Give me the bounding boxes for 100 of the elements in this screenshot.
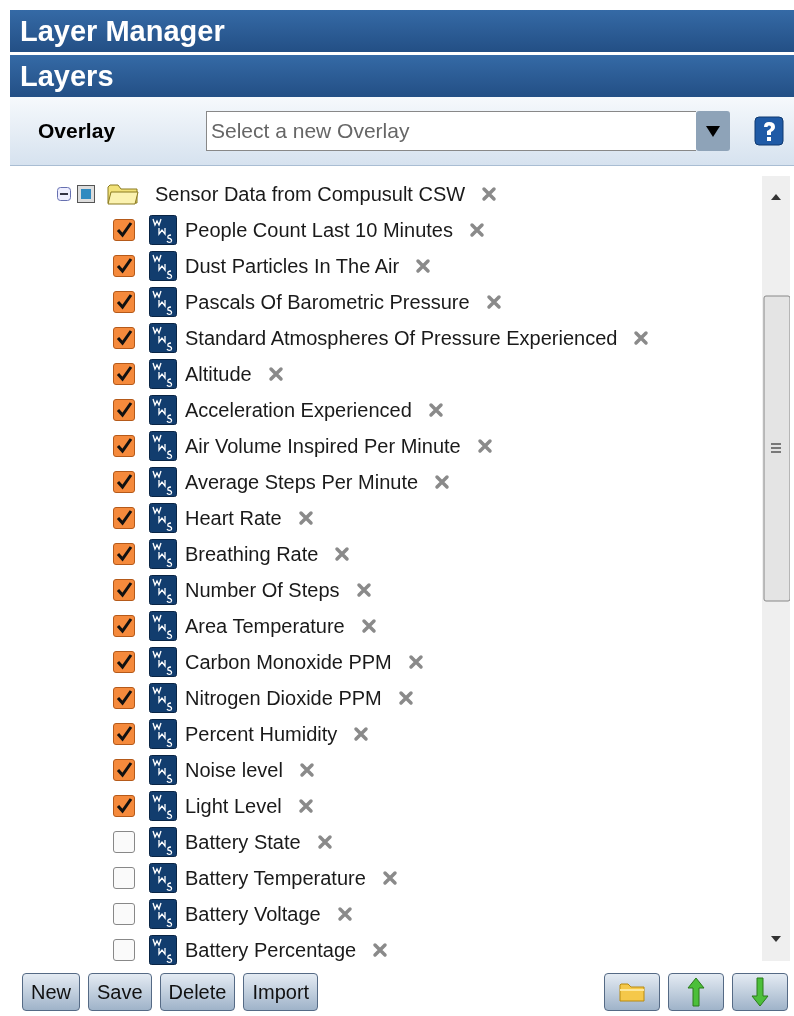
- map-layer-icon: [149, 395, 177, 425]
- remove-icon[interactable]: [468, 222, 485, 238]
- layer-checkbox[interactable]: [113, 543, 135, 565]
- layer-checkbox[interactable]: [113, 507, 135, 529]
- remove-icon[interactable]: [297, 798, 314, 814]
- layer-checkbox[interactable]: [113, 723, 135, 745]
- map-layer-icon: [149, 503, 177, 533]
- map-layer-icon: [149, 683, 177, 713]
- remove-icon[interactable]: [297, 510, 314, 526]
- remove-icon[interactable]: [316, 834, 333, 850]
- map-layer-icon: [149, 575, 177, 605]
- layer-checkbox[interactable]: [113, 615, 135, 637]
- layer-label[interactable]: Area Temperature: [185, 614, 345, 638]
- toolbar-button[interactable]: Delete: [159, 973, 236, 1011]
- remove-icon[interactable]: [334, 546, 351, 562]
- layer-label[interactable]: Noise level: [185, 758, 283, 782]
- layer-checkbox[interactable]: [113, 651, 135, 673]
- folder-icon: [107, 183, 139, 205]
- map-layer-icon: [149, 251, 177, 281]
- layer-label[interactable]: Percent Humidity: [185, 722, 338, 746]
- open-folder-button[interactable]: [604, 973, 660, 1011]
- layer-checkbox[interactable]: [113, 327, 135, 349]
- layer-checkbox[interactable]: [113, 219, 135, 241]
- overlay-field[interactable]: Select a new Overlay: [206, 111, 696, 151]
- layer-label[interactable]: Average Steps Per Minute: [185, 470, 419, 494]
- remove-icon[interactable]: [298, 762, 315, 778]
- group-label[interactable]: Sensor Data from Compusult CSW: [155, 182, 466, 206]
- layer-checkbox[interactable]: [113, 687, 135, 709]
- remove-icon[interactable]: [415, 258, 432, 274]
- layer-checkbox[interactable]: [113, 399, 135, 421]
- map-layer-icon: [149, 215, 177, 245]
- remove-icon[interactable]: [397, 690, 414, 706]
- remove-icon[interactable]: [485, 294, 502, 310]
- group-checkbox[interactable]: [77, 185, 95, 203]
- section-title: Layers: [20, 59, 114, 93]
- layer-label[interactable]: Dust Particles In The Air: [185, 254, 400, 278]
- remove-icon[interactable]: [633, 330, 650, 346]
- remove-icon[interactable]: [407, 654, 424, 670]
- remove-icon[interactable]: [355, 582, 372, 598]
- map-layer-icon: [149, 611, 177, 641]
- collapse-icon[interactable]: [57, 187, 71, 201]
- map-layer-icon: [149, 359, 177, 389]
- layer-checkbox[interactable]: [113, 939, 135, 961]
- remove-icon[interactable]: [267, 366, 284, 382]
- layer-label[interactable]: Nitrogen Dioxide PPM: [185, 686, 382, 710]
- layer-label[interactable]: Number Of Steps: [185, 578, 340, 602]
- map-layer-icon: [149, 863, 177, 893]
- layer-checkbox[interactable]: [113, 831, 135, 853]
- layer-checkbox[interactable]: [113, 291, 135, 313]
- toolbar-button[interactable]: Import: [243, 973, 319, 1011]
- help-icon[interactable]: [754, 116, 784, 146]
- layer-checkbox[interactable]: [113, 435, 135, 457]
- folder-icon: [618, 981, 646, 1003]
- map-layer-icon: [149, 935, 177, 965]
- layer-checkbox[interactable]: [113, 363, 135, 385]
- map-layer-icon: [149, 467, 177, 497]
- panel-title: Layer Manager: [20, 14, 225, 48]
- remove-icon[interactable]: [481, 186, 498, 202]
- layer-label[interactable]: Carbon Monoxide PPM: [185, 650, 392, 674]
- move-up-button[interactable]: [668, 973, 724, 1011]
- scrollbar[interactable]: [762, 176, 790, 961]
- toolbar-button[interactable]: Save: [88, 973, 152, 1011]
- layer-label[interactable]: Air Volume Inspired Per Minute: [185, 434, 461, 458]
- remove-icon[interactable]: [353, 726, 370, 742]
- layer-label[interactable]: Breathing Rate: [185, 542, 319, 566]
- map-layer-icon: [149, 791, 177, 821]
- layer-label[interactable]: Altitude: [185, 362, 252, 386]
- map-layer-icon: [149, 287, 177, 317]
- layer-checkbox[interactable]: [113, 867, 135, 889]
- remove-icon[interactable]: [381, 870, 398, 886]
- remove-icon[interactable]: [360, 618, 377, 634]
- layer-label[interactable]: Battery Temperature: [185, 866, 366, 890]
- layer-label[interactable]: Acceleration Experienced: [185, 398, 412, 422]
- remove-icon[interactable]: [336, 906, 353, 922]
- layer-checkbox[interactable]: [113, 579, 135, 601]
- map-layer-icon: [149, 827, 177, 857]
- layer-label[interactable]: Battery Voltage: [185, 902, 321, 926]
- layer-label[interactable]: Pascals Of Barometric Pressure: [185, 290, 470, 314]
- layer-label[interactable]: Battery Percentage: [185, 938, 357, 962]
- move-down-button[interactable]: [732, 973, 788, 1011]
- up-arrow-icon: [686, 976, 706, 1008]
- layer-label[interactable]: Battery State: [185, 830, 301, 854]
- layer-label[interactable]: Light Level: [185, 794, 282, 818]
- remove-icon[interactable]: [434, 474, 451, 490]
- layer-checkbox[interactable]: [113, 471, 135, 493]
- remove-icon[interactable]: [372, 942, 389, 958]
- layer-label[interactable]: Heart Rate: [185, 506, 282, 530]
- layer-checkbox[interactable]: [113, 255, 135, 277]
- layer-checkbox[interactable]: [113, 759, 135, 781]
- layer-checkbox[interactable]: [113, 795, 135, 817]
- map-layer-icon: [149, 539, 177, 569]
- remove-icon[interactable]: [476, 438, 493, 454]
- layer-checkbox[interactable]: [113, 903, 135, 925]
- map-layer-icon: [149, 719, 177, 749]
- layer-label[interactable]: Standard Atmospheres Of Pressure Experienced: [185, 326, 618, 350]
- map-layer-icon: [149, 755, 177, 785]
- remove-icon[interactable]: [427, 402, 444, 418]
- map-layer-icon: [149, 899, 177, 929]
- toolbar-button[interactable]: New: [22, 973, 80, 1011]
- layer-label[interactable]: People Count Last 10 Minutes: [185, 218, 453, 242]
